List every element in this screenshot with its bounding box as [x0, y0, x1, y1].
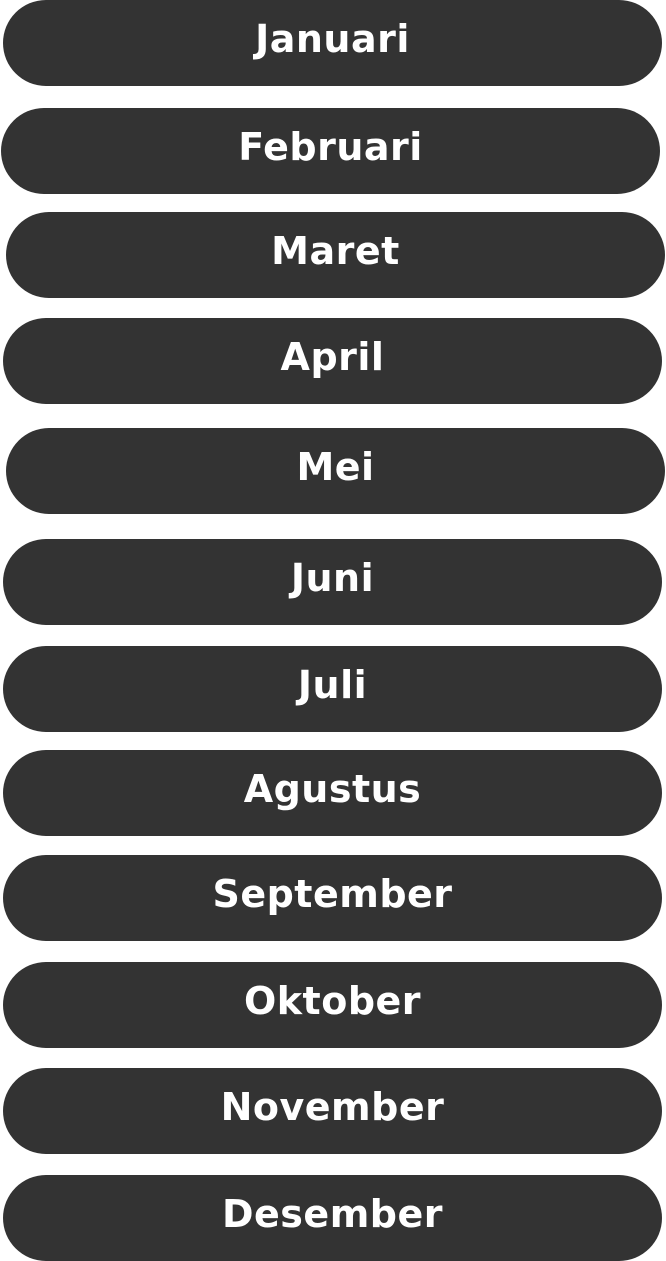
month-label: Agustus	[243, 767, 422, 811]
month-label: April	[280, 335, 385, 379]
month-label: Oktober	[243, 979, 422, 1023]
month-button-maret[interactable]: Maret	[6, 212, 665, 298]
month-label: Desember	[221, 1192, 443, 1236]
month-label: Juni	[290, 556, 375, 600]
month-button-januari[interactable]: Januari	[3, 0, 662, 86]
month-button-juni[interactable]: Juni	[3, 539, 662, 625]
month-label: Maret	[271, 229, 400, 273]
month-button-september[interactable]: September	[3, 855, 662, 941]
month-button-agustus[interactable]: Agustus	[3, 750, 662, 836]
month-label: Mei	[296, 445, 375, 489]
month-button-november[interactable]: November	[3, 1068, 662, 1154]
month-button-juli[interactable]: Juli	[3, 646, 662, 732]
month-label: November	[220, 1085, 445, 1129]
month-button-februari[interactable]: Februari	[1, 108, 660, 194]
month-button-mei[interactable]: Mei	[6, 428, 665, 514]
month-label: Juli	[297, 663, 368, 707]
month-label: Februari	[238, 125, 423, 169]
month-label: Januari	[255, 17, 410, 61]
month-button-desember[interactable]: Desember	[3, 1175, 662, 1261]
month-button-april[interactable]: April	[3, 318, 662, 404]
month-button-oktober[interactable]: Oktober	[3, 962, 662, 1048]
month-label: September	[212, 872, 453, 916]
